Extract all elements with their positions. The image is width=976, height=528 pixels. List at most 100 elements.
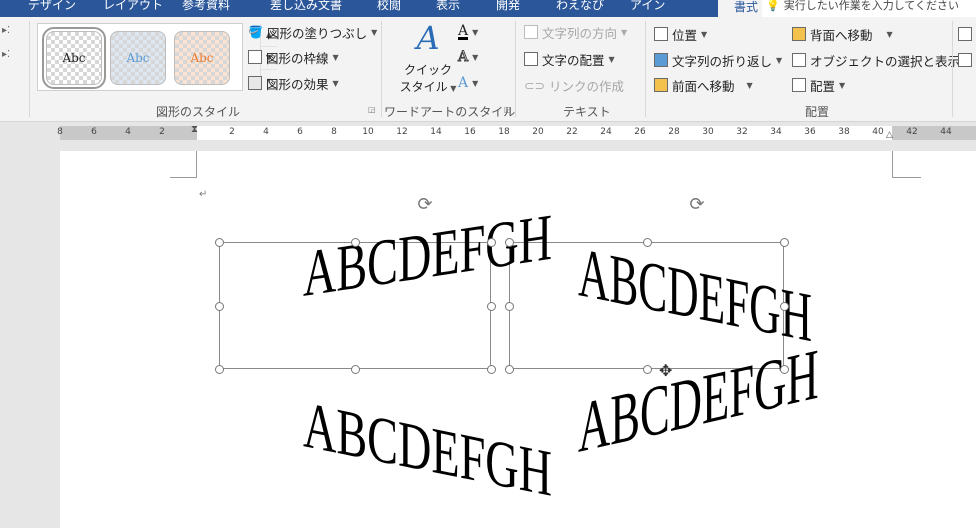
text-fill-button[interactable]: A ▼	[458, 23, 478, 41]
tab-layout[interactable]: レイアウト	[103, 0, 163, 13]
wordart-a-icon: A	[416, 19, 440, 57]
ruler-tick-label: 8	[57, 127, 63, 137]
tab-view[interactable]: 表示	[436, 0, 460, 13]
chevron-down-icon: ▼	[332, 52, 339, 62]
ruler-tick-label: 2	[229, 127, 235, 137]
tab-review[interactable]: 校閲	[377, 0, 401, 13]
send-backward-button[interactable]: 背面へ移動 ▼	[792, 25, 893, 43]
chevron-down-icon: ▼	[839, 80, 846, 90]
chevron-down-icon: ▼	[886, 29, 893, 39]
align-button[interactable]: 配置 ▼	[792, 76, 845, 94]
shape-fill-button[interactable]: 🪣 図形の塗りつぶし ▼	[248, 23, 377, 41]
tab-references[interactable]: 参考資料	[182, 0, 230, 13]
text-direction-button[interactable]: 文字列の方向 ▼	[524, 23, 627, 41]
resize-handle[interactable]	[487, 365, 496, 374]
document-page[interactable]: ↵ ABCDEFGH ABCDEFGH ABCDEFGH ABCDEFGH ⟳ …	[60, 151, 976, 528]
indent-marker-icon[interactable]: ⧗	[191, 124, 198, 135]
left-edge-icon-2[interactable]: ▸⁚	[2, 49, 10, 60]
align-text-button[interactable]: 文字の配置 ▼	[524, 50, 615, 68]
tab-ain[interactable]: アイン	[630, 0, 665, 13]
paint-bucket-icon: 🪣	[248, 25, 263, 39]
ruler-tick-label: 42	[906, 127, 918, 137]
ruler-tick-label: 40	[872, 127, 884, 137]
tab-design[interactable]: デザイン	[28, 0, 76, 13]
bring-forward-button[interactable]: 前面へ移動 ▼	[654, 76, 753, 94]
resize-handle[interactable]	[505, 365, 514, 374]
group-label-shape-styles: 図形のスタイル	[156, 105, 241, 119]
chevron-down-icon: ▼	[701, 29, 708, 39]
text-effects-button[interactable]: A ▼	[458, 74, 478, 92]
position-button[interactable]: 位置 ▼	[654, 25, 707, 43]
quick-styles-button[interactable]: A クイック スタイル ▼	[397, 19, 459, 95]
right-indent-marker-icon[interactable]: △	[886, 130, 893, 140]
resize-handle[interactable]	[780, 365, 789, 374]
separator	[645, 21, 646, 117]
crop-icon[interactable]	[958, 53, 972, 67]
chevron-down-icon: ▼	[746, 80, 753, 90]
chevron-down-icon: ▼	[371, 27, 378, 37]
selection-pane-button[interactable]: オブジェクトの選択と表示	[792, 51, 960, 69]
ruler-tick-label: 20	[532, 127, 544, 137]
text-direction-icon	[524, 25, 538, 39]
paragraph-mark: ↵	[199, 189, 208, 200]
ruler-tick-label: 6	[297, 127, 303, 137]
ruler-tick-label: 26	[634, 127, 646, 137]
resize-handle[interactable]	[505, 238, 514, 247]
chevron-down-icon: ▼	[608, 54, 615, 64]
resize-handle[interactable]	[642, 365, 652, 374]
resize-handle[interactable]	[505, 301, 514, 311]
resize-handle[interactable]	[351, 238, 360, 247]
bring-forward-icon	[654, 78, 668, 92]
shape-outline-button[interactable]: 図形の枠線 ▼	[248, 48, 339, 66]
ruler-tick-label: 14	[430, 127, 442, 137]
resize-handle[interactable]	[215, 238, 224, 247]
shape-effects-button[interactable]: 図形の効果 ▼	[248, 74, 339, 92]
chevron-down-icon: ▼	[776, 55, 783, 65]
ruler-tick-label: 28	[668, 127, 680, 137]
chevron-down-icon: ▼	[447, 84, 457, 93]
resize-handle[interactable]	[780, 301, 789, 311]
create-link-button[interactable]: ⊂⊃ リンクの作成	[524, 76, 624, 94]
left-edge-icon[interactable]: ▸⁚	[2, 25, 10, 36]
resize-handle[interactable]	[487, 301, 496, 311]
shape-style-swatch-2[interactable]: Abc	[110, 31, 166, 85]
ruler-tick-label: 24	[600, 127, 612, 137]
text-outline-button[interactable]: A ▼	[457, 48, 478, 66]
ruler-tick-label: 44	[940, 127, 952, 137]
tab-waenavi[interactable]: わえなび	[556, 0, 604, 13]
ruler-tick-label: 36	[804, 127, 816, 137]
wrap-text-button[interactable]: 文字列の折り返し ▼	[654, 51, 782, 69]
ruler-tick-label: 2	[159, 127, 165, 137]
shape-style-swatch-1[interactable]: Abc	[42, 27, 106, 89]
tab-mailings[interactable]: 差し込み文書	[270, 0, 342, 13]
shape-style-swatch-3[interactable]: Abc	[174, 31, 230, 85]
resize-handle[interactable]	[780, 238, 789, 247]
separator	[29, 21, 30, 117]
ruler-tick-label: 18	[498, 127, 510, 137]
rotation-handle-icon[interactable]: ⟳	[414, 194, 436, 216]
size-icon[interactable]	[958, 27, 972, 41]
pen-outline-icon	[248, 50, 262, 64]
text-outline-icon: A	[457, 49, 469, 66]
separator	[381, 21, 382, 117]
rotation-handle-icon[interactable]: ⟳	[686, 194, 708, 216]
resize-handle[interactable]	[487, 238, 496, 247]
tab-developer[interactable]: 開発	[496, 0, 520, 13]
resize-handle[interactable]	[215, 301, 224, 311]
link-icon: ⊂⊃	[524, 77, 545, 93]
group-label-arrange: 配置	[805, 105, 830, 119]
separator	[952, 21, 953, 117]
ruler-tick-label: 22	[566, 127, 578, 137]
resize-handle[interactable]	[351, 365, 360, 374]
align-text-icon	[524, 52, 538, 66]
dialog-launcher-icon[interactable]: ◲	[368, 105, 376, 114]
resize-handle[interactable]	[642, 238, 652, 247]
wordart-text-3[interactable]: ABCDEFGH	[303, 387, 552, 513]
horizontal-ruler[interactable]: 8 6 4 2 2 4 6 8 10 12 14 16 18 20 22 24 26 28 30 32 34 36 38 40…	[57, 124, 976, 140]
tell-me-search[interactable]: 💡 実行したい作業を入力してください	[762, 0, 976, 17]
margin-corner-left	[170, 151, 197, 178]
ruler-tick-label: 4	[125, 127, 131, 137]
resize-handle[interactable]	[215, 365, 224, 374]
dialog-launcher-icon[interactable]: ◲	[504, 105, 512, 114]
group-label-wordart-styles: ワードアートのスタイル	[384, 105, 516, 119]
